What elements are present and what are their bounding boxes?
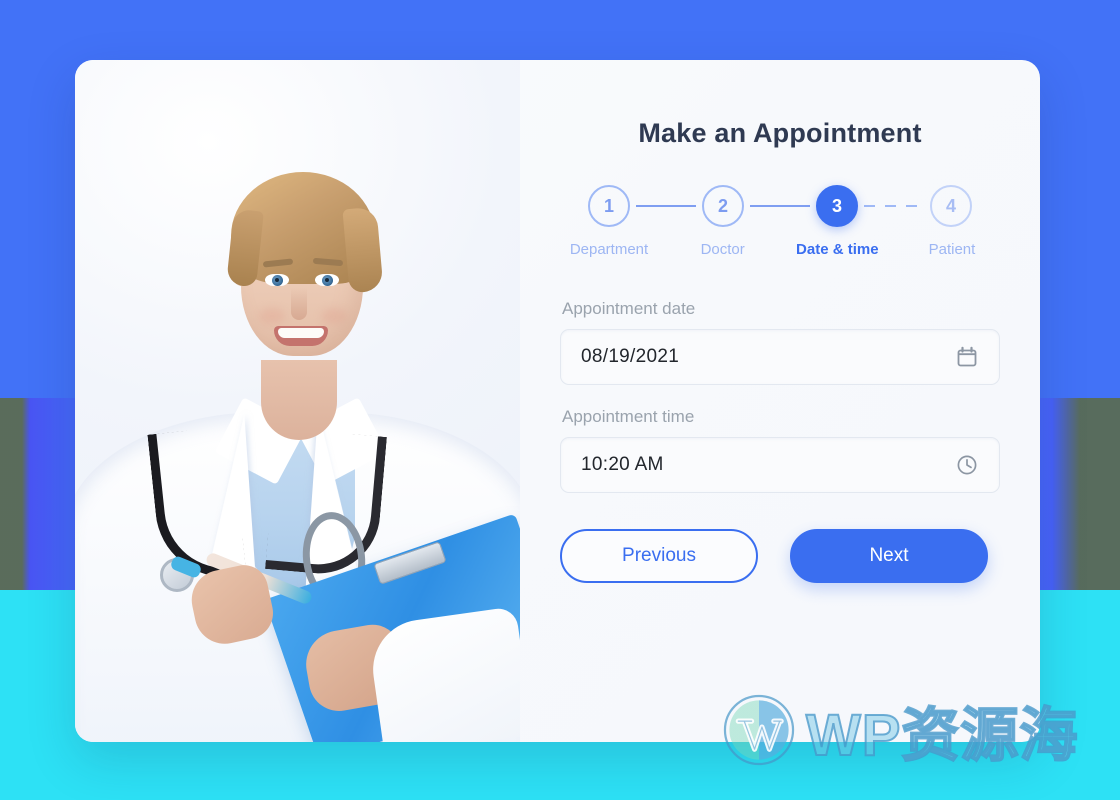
appointment-time-label: Appointment time [562, 407, 695, 426]
doctor-neck [261, 360, 337, 440]
doctor-cheek-left [259, 308, 285, 324]
doctor-photo [75, 60, 520, 742]
doctor-nose [291, 288, 307, 320]
stepper-connector-3-4 [864, 205, 924, 207]
stepper-labels-row: Department Doctor Date & time Patient [570, 241, 976, 258]
doctor-cheek-right [321, 308, 347, 324]
next-button[interactable]: Next [790, 529, 988, 583]
stepper-step-1[interactable]: 1 [588, 185, 630, 227]
appointment-date-field: Appointment date 08/19/2021 [560, 299, 1000, 385]
stepper-connector-1-2 [636, 205, 696, 207]
appointment-time-input[interactable]: 10:20 AM [560, 437, 1000, 493]
stepper-step-2[interactable]: 2 [702, 185, 744, 227]
step-circle-2[interactable]: 2 [702, 185, 744, 227]
appointment-date-label: Appointment date [562, 299, 696, 318]
previous-button[interactable]: Previous [560, 529, 758, 583]
form-actions: Previous Next [560, 529, 1000, 583]
doctor-mouth [274, 326, 328, 346]
step-circle-1[interactable]: 1 [588, 185, 630, 227]
appointment-date-input[interactable]: 08/19/2021 [560, 329, 1000, 385]
stepper-step-4[interactable]: 4 [930, 185, 972, 227]
clock-icon[interactable] [955, 453, 979, 477]
appointment-time-field: Appointment time 10:20 AM [560, 407, 1000, 493]
appointment-form-panel: Make an Appointment 1 2 3 4 Department D… [520, 60, 1040, 742]
stepper-circles-row: 1 2 3 4 [588, 185, 972, 227]
appointment-card: Make an Appointment 1 2 3 4 Department D… [75, 60, 1040, 742]
doctor-eye-right [315, 274, 339, 286]
doctor-eye-left [265, 274, 289, 286]
step-circle-3[interactable]: 3 [816, 185, 858, 227]
appointment-date-value[interactable]: 08/19/2021 [581, 346, 955, 368]
stepper-step-3[interactable]: 3 [816, 185, 858, 227]
stepper: 1 2 3 4 Department Doctor Date & time Pa… [570, 185, 976, 265]
step-label-patient: Patient [928, 241, 976, 258]
step-label-doctor: Doctor [700, 241, 745, 258]
step-circle-4[interactable]: 4 [930, 185, 972, 227]
step-label-date-time: Date & time [796, 241, 879, 258]
step-label-department: Department [569, 241, 649, 258]
stepper-connector-2-3 [750, 205, 810, 207]
appointment-time-value[interactable]: 10:20 AM [581, 454, 955, 476]
page-title: Make an Appointment [638, 118, 922, 148]
calendar-icon[interactable] [955, 345, 979, 369]
